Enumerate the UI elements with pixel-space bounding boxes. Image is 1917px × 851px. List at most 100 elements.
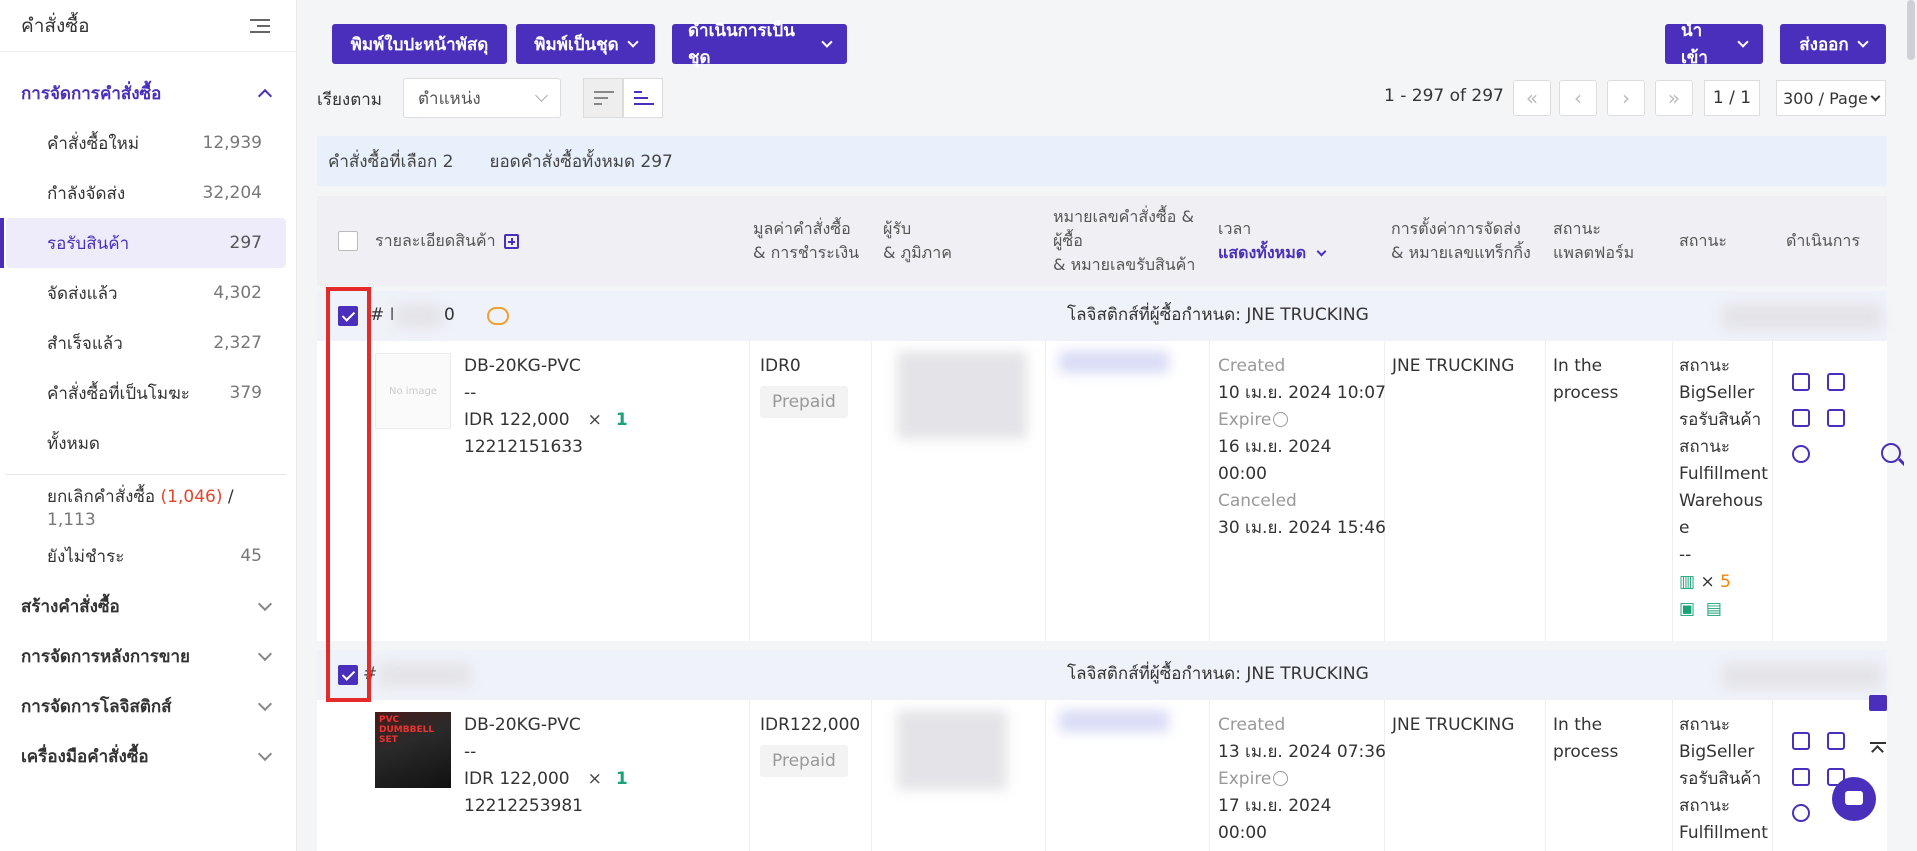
sidebar-section-order-tools[interactable]: เครื่องมือคำสั่งซื้อ	[0, 731, 296, 781]
chevron-down-icon	[1316, 246, 1327, 257]
product-variant: --	[464, 383, 477, 403]
sidebar-item-unpaid[interactable]: ยังไม่ชำระ 45	[6, 531, 286, 581]
status-line: --	[1679, 545, 1692, 565]
ship-icon[interactable]	[1792, 373, 1810, 391]
sidebar-section-after-sales[interactable]: การจัดการหลังการขาย	[0, 631, 296, 681]
sidebar-item-label: จัดส่งแล้ว	[47, 283, 118, 304]
next-page-icon[interactable]: ›	[1607, 80, 1645, 116]
sidebar-item-shipping[interactable]: กำลังจัดส่ง 32,204	[6, 168, 286, 218]
col-platform-status: สถานะ แพลตฟอร์ม	[1553, 196, 1634, 286]
message-icon[interactable]	[487, 307, 509, 325]
sidebar-header: คำสั่งซื้อ	[0, 0, 296, 52]
status-line: สถานะ	[1679, 715, 1730, 735]
sidebar-item-shipped[interactable]: จัดส่งแล้ว 4,302	[6, 268, 286, 318]
cancel-total-count: 1,113	[47, 509, 96, 530]
back-to-top-icon[interactable]	[1863, 733, 1893, 763]
button-label: พิมพ์ใบปะหน้าพัสดุ	[350, 34, 489, 55]
order-row: PVC DUMBBELL SET DB-20KG-PVC -- IDR 122,…	[317, 700, 1887, 851]
status-line: สถานะ	[1679, 796, 1730, 816]
page-input[interactable]: 1 / 1	[1704, 80, 1760, 116]
prev-page-icon[interactable]: ‹	[1559, 80, 1597, 116]
expire-label-row: Expire	[1218, 407, 1386, 434]
sidebar-item-count: 45	[240, 546, 262, 566]
sidebar-section-label: การจัดการโลจิสติกส์	[21, 696, 172, 717]
product-sku: DB-20KG-PVC	[464, 356, 581, 376]
col-shipping: การตั้งค่าการจัดส่ง & หมายเลขแทร็กกิ้ง	[1391, 196, 1531, 286]
clipboard-icon[interactable]: ▤	[1706, 599, 1722, 619]
sidebar-item-count: 297	[229, 233, 262, 253]
sidebar-section-order-management[interactable]: การจัดการคำสั่งซื้อ	[0, 68, 296, 118]
shipping-method: JNE TRUCKING	[1392, 715, 1515, 735]
sidebar-item-completed[interactable]: สำเร็จแล้ว 2,327	[6, 318, 286, 368]
sidebar-item-cancel[interactable]: ยกเลิกคำสั่งซื้อ (1,046) / 1,113	[6, 481, 286, 531]
book-icon[interactable]: ▣	[1679, 599, 1695, 619]
per-page-select[interactable]: 300 / Page	[1776, 80, 1886, 116]
help-icon[interactable]	[1273, 771, 1289, 786]
sidebar-item-awaiting-pickup[interactable]: รอรับสินค้า 297	[0, 218, 286, 268]
col-order-value: มูลค่าคำสั่งซื้อ & การชำระเงิน	[753, 196, 859, 286]
redacted-order-number	[1059, 351, 1169, 373]
redacted-order-number	[1059, 710, 1169, 732]
sidebar-section-logistics[interactable]: การจัดการโลจิสติกส์	[0, 681, 296, 731]
first-page-icon[interactable]: «	[1513, 80, 1551, 116]
product-code: 12212253981	[464, 796, 583, 816]
select-all-checkbox[interactable]	[338, 231, 358, 251]
ship-icon[interactable]	[1792, 732, 1810, 750]
chevron-down-icon	[627, 35, 639, 48]
printer-icon[interactable]	[1792, 409, 1810, 427]
scrollbar[interactable]	[1904, 0, 1917, 851]
order-times: Created 13 เม.ย. 2024 07:36 Expire 17 เม…	[1218, 712, 1386, 847]
last-page-icon[interactable]: »	[1655, 80, 1693, 116]
order-id: # I	[370, 302, 395, 329]
order-id-prefix: # I	[370, 305, 395, 325]
printer-icon[interactable]	[1792, 768, 1810, 786]
col-product: รายละเอียดสินค้า	[375, 196, 519, 286]
sort-asc-button[interactable]	[623, 78, 663, 118]
barcode-row: ▥ × 5	[1679, 572, 1731, 592]
collapse-sidebar-icon[interactable]	[250, 18, 270, 34]
sidebar-item-new-orders[interactable]: คำสั่งซื้อใหม่ 12,939	[6, 118, 286, 168]
sort-desc-button[interactable]	[583, 78, 623, 118]
checklist-icon[interactable]	[1827, 732, 1845, 750]
chevron-down-icon	[821, 35, 833, 48]
col-label: สถานะ	[1679, 231, 1727, 250]
sidebar-title: คำสั่งซื้อ	[21, 14, 90, 37]
sidebar-item-label: รอรับสินค้า	[47, 233, 130, 254]
col-label: & การชำระเงิน	[753, 243, 860, 262]
sidebar-item-all[interactable]: ทั้งหมด	[6, 418, 286, 468]
chat-icon[interactable]	[1832, 777, 1876, 821]
cancel-separator: /	[227, 486, 234, 507]
print-label-button[interactable]: พิมพ์ใบปะหน้าพัสดุ	[332, 24, 507, 64]
search-icon[interactable]	[1876, 438, 1907, 468]
expand-plus-icon[interactable]	[503, 233, 519, 249]
col-label: หมายเลขคำสั่งซื้อ &	[1053, 207, 1194, 226]
sidebar-section-label: การจัดการหลังการขาย	[21, 646, 190, 667]
col-label: ดำเนินการ	[1786, 231, 1860, 250]
redacted-store	[1722, 304, 1882, 330]
import-button[interactable]: นำเข้า	[1665, 21, 1763, 68]
sort-select[interactable]: ตำแหน่ง	[403, 78, 561, 118]
button-label: นำเข้า	[1681, 21, 1708, 68]
chevron-down-icon	[257, 696, 273, 711]
order-value: IDR0 Prepaid	[760, 353, 848, 418]
refresh-icon[interactable]	[1792, 804, 1810, 822]
refresh-icon[interactable]	[1792, 445, 1810, 463]
batch-action-button[interactable]: ดำเนินการเป็นชุด	[672, 21, 847, 68]
announcement-icon[interactable]	[1863, 688, 1893, 718]
platform-status: In the process	[1553, 356, 1619, 403]
export-button[interactable]: ส่งออก	[1780, 24, 1886, 64]
barcode-icon: ▥	[1679, 572, 1696, 592]
payment-badge: Prepaid	[760, 386, 848, 418]
sidebar-section-create-order[interactable]: สร้างคำสั่งซื้อ	[0, 581, 296, 631]
checklist-icon[interactable]	[1827, 373, 1845, 391]
print-batch-button[interactable]: พิมพ์เป็นชุด	[516, 24, 655, 64]
show-all-toggle[interactable]: แสดงทั้งหมด	[1218, 241, 1327, 265]
col-time: เวลา แสดงทั้งหมด	[1218, 196, 1327, 286]
sidebar-item-void[interactable]: คำสั่งซื้อที่เป็นโมฆะ 379	[6, 368, 286, 418]
status-line: Fulfillment	[1679, 464, 1768, 484]
help-icon[interactable]	[1273, 412, 1289, 427]
document-icon[interactable]	[1827, 409, 1845, 427]
created-label: Created	[1218, 715, 1286, 735]
selection-info-bar: คำสั่งซื้อที่เลือก 2 ยอดคำสั่งซื้อทั้งหม…	[317, 136, 1887, 186]
col-product-label: รายละเอียดสินค้า	[375, 231, 496, 250]
